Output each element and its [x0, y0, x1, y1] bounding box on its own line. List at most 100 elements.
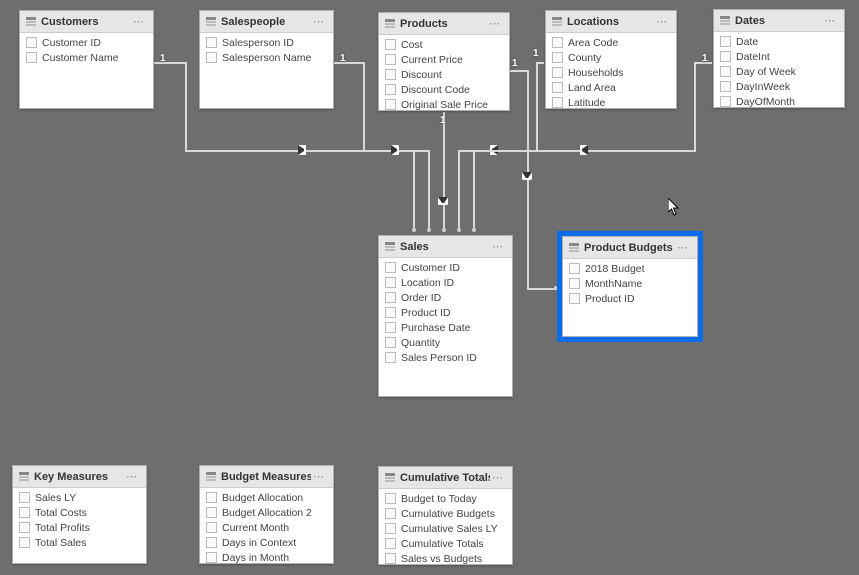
field-row[interactable]: Product ID	[563, 291, 697, 306]
table-header[interactable]: Customers ⋯	[20, 11, 153, 33]
field-icon	[720, 81, 731, 92]
table-product-budgets[interactable]: Product Budgets ⋯ 2018 Budget MonthName …	[562, 236, 698, 337]
more-icon[interactable]: ⋯	[490, 471, 506, 484]
field-row[interactable]: Sales Person ID	[379, 350, 512, 365]
field-row[interactable]: Sales vs Budgets	[379, 551, 512, 564]
field-row[interactable]: Location ID	[379, 275, 512, 290]
field-list: 2018 Budget MonthName Product ID	[563, 259, 697, 336]
field-icon	[720, 36, 731, 47]
more-icon[interactable]: ⋯	[311, 15, 327, 28]
field-row[interactable]: MonthName	[563, 276, 697, 291]
table-header[interactable]: Cumulative Totals ⋯	[379, 467, 512, 489]
field-row[interactable]: Current Month	[200, 520, 333, 535]
field-row[interactable]: Current Price	[379, 52, 509, 67]
field-row[interactable]: Budget Allocation 2	[200, 505, 333, 520]
table-header[interactable]: Products ⋯	[379, 13, 509, 35]
field-row[interactable]: Day of Week	[714, 64, 844, 79]
more-icon[interactable]: ⋯	[311, 470, 327, 483]
field-row[interactable]: DayOfMonth	[714, 94, 844, 107]
field-row[interactable]: Product ID	[379, 305, 512, 320]
field-icon	[552, 82, 563, 93]
more-icon[interactable]: ⋯	[675, 241, 691, 254]
table-locations[interactable]: Locations ⋯ Area Code County Households …	[545, 10, 677, 109]
field-row[interactable]: Date	[714, 34, 844, 49]
field-row[interactable]: Area Code	[546, 35, 676, 50]
table-key-measures[interactable]: Key Measures ⋯ Sales LY Total Costs Tota…	[12, 465, 147, 564]
field-row[interactable]: DayInWeek	[714, 79, 844, 94]
table-header[interactable]: Sales ⋯	[379, 236, 512, 258]
field-row[interactable]: Total Sales	[13, 535, 146, 550]
field-row[interactable]: Cumulative Budgets	[379, 506, 512, 521]
table-products[interactable]: Products ⋯ Cost Current Price Discount D…	[378, 12, 510, 111]
table-cumulative-totals[interactable]: Cumulative Totals ⋯ Budget to Today Cumu…	[378, 466, 513, 565]
field-row[interactable]: Purchase Date	[379, 320, 512, 335]
field-row[interactable]: Salesperson ID	[200, 35, 333, 50]
field-label: Days in Month	[222, 552, 289, 564]
field-icon	[385, 553, 396, 564]
table-dates[interactable]: Dates ⋯ Date DateInt Day of Week DayInWe…	[713, 9, 845, 108]
field-row[interactable]: County	[546, 50, 676, 65]
field-row[interactable]: Quantity	[379, 335, 512, 350]
more-icon[interactable]: ⋯	[124, 470, 140, 483]
field-row[interactable]: Land Area	[546, 80, 676, 95]
field-label: Budget Allocation	[222, 492, 303, 504]
field-icon	[19, 522, 30, 533]
field-row[interactable]: Households	[546, 65, 676, 80]
more-icon[interactable]: ⋯	[131, 15, 147, 28]
endpoint-dot	[457, 228, 461, 232]
table-header[interactable]: Dates ⋯	[714, 10, 844, 32]
more-icon[interactable]: ⋯	[487, 17, 503, 30]
table-salespeople[interactable]: Salespeople ⋯ Salesperson ID Salesperson…	[199, 10, 334, 109]
field-row[interactable]: 2018 Budget	[563, 261, 697, 276]
relationship-line	[536, 62, 538, 150]
field-row[interactable]: Budget Allocation	[200, 490, 333, 505]
field-list: Sales LY Total Costs Total Profits Total…	[13, 488, 146, 563]
relationship-line	[473, 150, 475, 230]
table-header[interactable]: Product Budgets ⋯	[563, 237, 697, 259]
table-icon	[206, 17, 216, 27]
field-row[interactable]: Customer Name	[20, 50, 153, 65]
field-label: Salesperson Name	[222, 52, 311, 64]
more-icon[interactable]: ⋯	[490, 240, 506, 253]
table-header[interactable]: Locations ⋯	[546, 11, 676, 33]
field-label: Customer ID	[42, 37, 101, 49]
field-label: Product ID	[585, 293, 635, 305]
more-icon[interactable]: ⋯	[654, 15, 670, 28]
model-canvas[interactable]: 1 1 1 1 1 1 Customers ⋯	[0, 0, 859, 575]
table-sales[interactable]: Sales ⋯ Customer ID Location ID Order ID…	[378, 235, 513, 397]
field-label: Discount	[401, 69, 442, 81]
field-row[interactable]: Total Profits	[13, 520, 146, 535]
field-label: Sales Person ID	[401, 352, 477, 364]
field-row[interactable]: Budget to Today	[379, 491, 512, 506]
field-row[interactable]: Sales LY	[13, 490, 146, 505]
field-row[interactable]: Days in Month	[200, 550, 333, 563]
field-row[interactable]: Order ID	[379, 290, 512, 305]
field-row[interactable]: Cumulative Sales LY	[379, 521, 512, 536]
table-icon	[569, 243, 579, 253]
table-header[interactable]: Salespeople ⋯	[200, 11, 333, 33]
table-title: Locations	[567, 16, 654, 28]
table-budget-measures[interactable]: Budget Measures ⋯ Budget Allocation Budg…	[199, 465, 334, 564]
field-label: DayOfMonth	[736, 96, 795, 108]
more-icon[interactable]: ⋯	[822, 14, 838, 27]
field-row[interactable]: Salesperson Name	[200, 50, 333, 65]
field-row[interactable]: Original Sale Price	[379, 97, 509, 110]
field-row[interactable]: Days in Context	[200, 535, 333, 550]
field-row[interactable]: Latitude	[546, 95, 676, 108]
field-row[interactable]: Customer ID	[379, 260, 512, 275]
cardinality-one: 1	[160, 53, 166, 64]
table-header[interactable]: Budget Measures ⋯	[200, 466, 333, 488]
table-header[interactable]: Key Measures ⋯	[13, 466, 146, 488]
field-row[interactable]: Cumulative Totals	[379, 536, 512, 551]
field-icon	[385, 99, 396, 110]
field-row[interactable]: Discount Code	[379, 82, 509, 97]
field-row[interactable]: Customer ID	[20, 35, 153, 50]
field-row[interactable]: Cost	[379, 37, 509, 52]
field-row[interactable]: Discount	[379, 67, 509, 82]
field-row[interactable]: DateInt	[714, 49, 844, 64]
field-icon	[206, 522, 217, 533]
field-label: MonthName	[585, 278, 642, 290]
table-customers[interactable]: Customers ⋯ Customer ID Customer Name	[19, 10, 154, 109]
field-label: Total Costs	[35, 507, 87, 519]
field-row[interactable]: Total Costs	[13, 505, 146, 520]
